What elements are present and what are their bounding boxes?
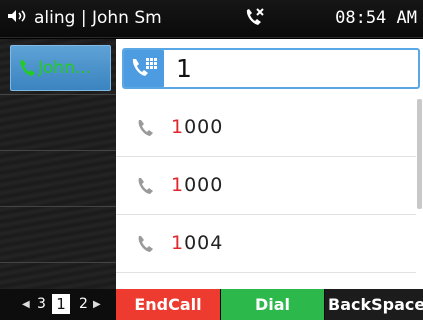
line-slot[interactable] [0,207,116,263]
call-status-text: aling | John Sm [34,8,162,28]
result-number: 1000 [171,116,223,138]
line-key-panel: John... [0,39,116,289]
line-key-john[interactable]: John... [10,45,111,91]
phone-icon [18,59,36,77]
status-bar: aling | John Sm 08:54 AM [0,0,423,38]
softkey-bar: ◀ 3 1 2 ▶ EndCall Dial BackSpace [0,289,423,320]
phone-icon [136,177,154,195]
match-prefix: 1 [171,174,185,196]
page-indicator: ◀ 3 1 2 ▶ [0,289,116,320]
page-next[interactable]: 2 [79,296,88,312]
phone-icon [136,119,154,137]
phone-icon [136,235,154,253]
dial-number-input[interactable]: 1 [176,54,406,83]
page-prev-arrow-icon[interactable]: ◀ [22,299,30,310]
line-slot: John... [0,39,116,95]
page-current: 1 [52,294,70,314]
number-rest: 000 [184,174,224,196]
result-number: 1000 [171,174,223,196]
line-slot[interactable] [0,95,116,151]
dial-panel: 1 1000 1000 1004 [116,39,423,289]
number-rest: 000 [184,116,224,138]
result-item[interactable]: 1000 [116,157,416,215]
result-item[interactable]: 1004 [116,215,416,273]
missed-call-icon [243,7,265,29]
backspace-button[interactable]: BackSpace [325,289,423,320]
line-slot[interactable] [0,263,116,289]
clock: 08:54 AM [335,8,417,28]
dial-button[interactable]: Dial [221,289,324,320]
line-key-label: John... [38,58,92,78]
dial-input-box[interactable]: 1 [122,48,420,89]
end-call-button[interactable]: EndCall [116,289,220,320]
results-scrollbar[interactable] [417,99,422,209]
number-rest: 004 [184,232,224,254]
page-prev[interactable]: 3 [37,296,46,312]
search-results-list: 1000 1000 1004 [116,99,416,273]
match-prefix: 1 [171,232,185,254]
dialpad-icon [124,50,164,87]
call-status: aling | John Sm [6,8,162,28]
page-next-arrow-icon[interactable]: ▶ [93,299,101,310]
result-item[interactable]: 1000 [116,99,416,157]
line-slot[interactable] [0,151,116,207]
result-number: 1004 [171,232,223,254]
match-prefix: 1 [171,116,185,138]
speaker-icon [6,9,34,27]
